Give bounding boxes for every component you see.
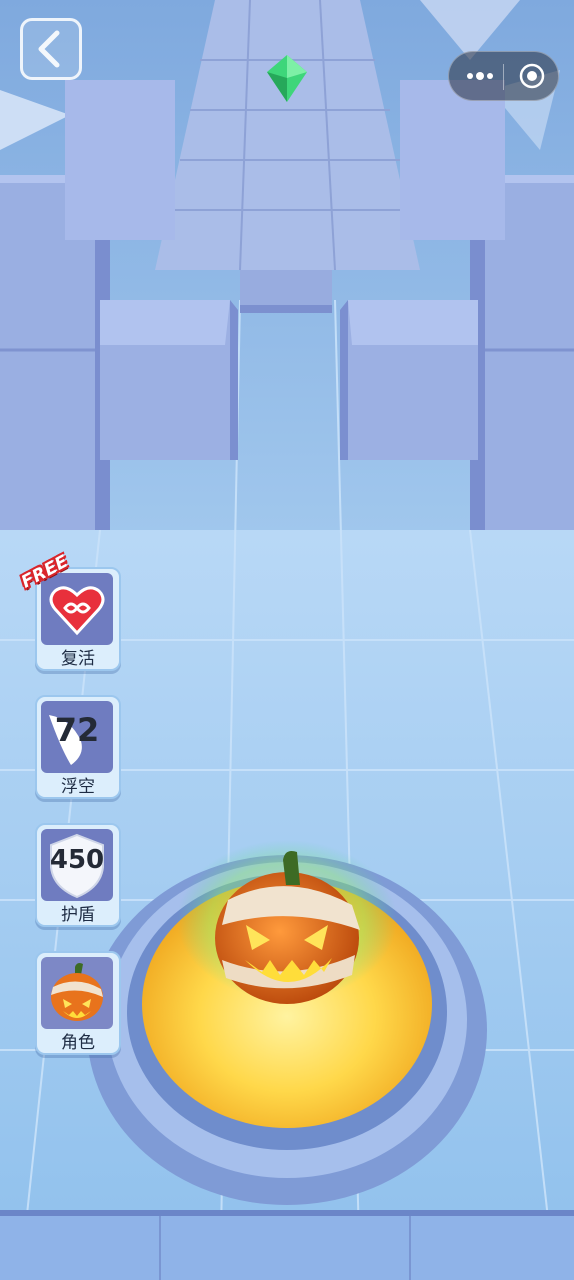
pumpkin-icon	[51, 963, 103, 1021]
powerup-label: 浮空	[61, 777, 95, 797]
powerup-count: 72	[54, 711, 100, 749]
powerup-character-button[interactable]: 角色	[35, 951, 121, 1055]
menu-capsule	[448, 51, 559, 101]
powerup-count: 450	[49, 845, 105, 875]
more-dots-icon	[467, 72, 493, 80]
powerup-label: 角色	[61, 1033, 95, 1053]
close-button[interactable]	[519, 63, 545, 89]
powerup-label: 护盾	[61, 905, 95, 925]
powerup-label: 复活	[61, 649, 95, 669]
back-button[interactable]	[20, 18, 82, 80]
powerup-revive-button[interactable]: 复活	[35, 567, 121, 671]
infinity-heart-icon	[49, 586, 105, 636]
powerup-icon-box	[41, 573, 113, 645]
powerup-shield-button[interactable]: 450 护盾	[35, 823, 121, 927]
target-close-icon	[519, 63, 545, 89]
powerup-icon-box	[41, 957, 113, 1029]
back-arrow-icon	[38, 30, 60, 68]
more-button[interactable]	[461, 52, 499, 100]
capsule-divider	[503, 64, 504, 90]
powerup-float-button[interactable]: 72 浮空	[35, 695, 121, 799]
